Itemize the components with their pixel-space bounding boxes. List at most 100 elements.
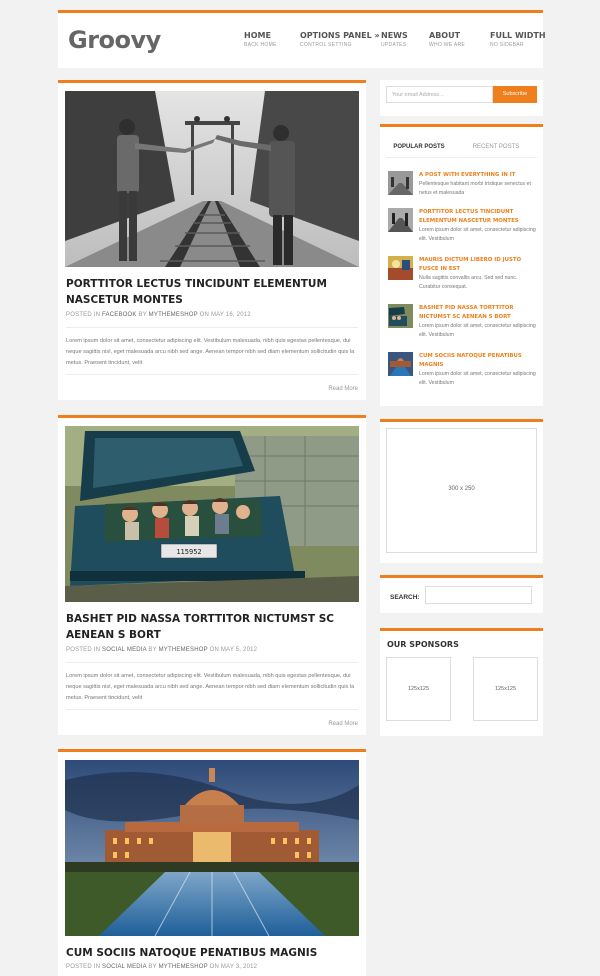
nav-item-about[interactable]: ABOUT WHO WE ARE	[429, 31, 465, 48]
nav-label: OPTIONS PANEL »	[300, 31, 380, 40]
posts-tabs-widget: POPULAR POSTS RECENT POSTS A POST WITH E…	[380, 124, 543, 406]
meta-prefix: POSTED IN	[66, 312, 101, 318]
post-excerpt: Lorem ipsum dolor sit amet, consectetur …	[66, 338, 355, 366]
nav-label: NEWS	[381, 31, 408, 40]
nav-label: ABOUT	[429, 31, 461, 40]
capitol-building-photo-icon	[65, 760, 359, 936]
subscribe-widget: Your email Address... Subscribe	[380, 80, 543, 116]
post-meta: POSTED IN SOCIAL MEDIA BY MYTHEMESHOP ON…	[66, 647, 257, 653]
post-meta: POSTED IN SOCIAL MEDIA BY MYTHEMESHOP ON…	[66, 964, 257, 970]
nav-item-home[interactable]: HOME BACK HOME	[244, 31, 277, 48]
list-item[interactable]: PORTTITOR LECTUS TINCIDUNT ELEMENTUM NAS…	[388, 208, 538, 248]
car-trunk-kids-photo-icon: 115952	[65, 426, 359, 602]
ad-placeholder[interactable]: 300 x 250	[386, 428, 537, 553]
meta-by: BY	[148, 964, 157, 970]
read-more-link[interactable]: Read More	[328, 386, 358, 392]
meta-prefix: POSTED IN	[66, 647, 101, 653]
post-category-link[interactable]: SOCIAL MEDIA	[102, 964, 147, 970]
nav-sublabel: UPDATES	[381, 42, 407, 48]
nav-sublabel: WHO WE ARE	[429, 42, 466, 48]
meta-prefix: POSTED IN	[66, 964, 101, 970]
nav-label: FULL WIDTH	[490, 31, 546, 40]
search-input[interactable]	[425, 586, 532, 604]
sponsors-widget: OUR SPONSORS 125x125 125x125	[380, 628, 543, 736]
nav-item-full-width[interactable]: FULL WIDTH NO SIDEBAR	[490, 31, 546, 48]
post-thumbnail[interactable]	[388, 256, 413, 280]
tab-recent-posts[interactable]: RECENT POSTS	[456, 137, 536, 157]
popular-post-title[interactable]: MAURIS DICTUM LIBERO ID JUSTO FUSCE IN E…	[419, 256, 537, 274]
post-category-link[interactable]: SOCIAL MEDIA	[102, 647, 147, 653]
meta-on: ON	[199, 312, 210, 318]
post-title[interactable]: PORTTITOR LECTUS TINCIDUNT ELEMENTUM NAS…	[66, 276, 358, 308]
divider	[66, 709, 358, 710]
post-excerpt: Lorem ipsum dolor sit amet, consectetur …	[66, 673, 355, 701]
popular-post-title[interactable]: BASHET PID NASSA TORTTITOR NICTUMST SC A…	[419, 304, 537, 322]
subscribe-button[interactable]: Subscribe	[493, 86, 537, 103]
divider	[66, 374, 358, 375]
post-category-link[interactable]: FACEBOOK	[102, 312, 137, 318]
post-thumbnail[interactable]	[388, 352, 413, 376]
car-trunk-thumb-icon	[388, 304, 413, 328]
post-date: MAY 16, 2012	[210, 312, 251, 318]
post-image[interactable]	[65, 760, 359, 936]
popular-post-title[interactable]: CUM SOCIIS NATOQUE PENATIBUS MAGNIS	[419, 352, 537, 370]
post-image[interactable]	[65, 91, 359, 267]
post-title[interactable]: BASHET PID NASSA TORTTITOR NICTUMST SC A…	[66, 611, 358, 643]
post-title[interactable]: CUM SOCIIS NATOQUE PENATIBUS MAGNIS	[66, 945, 358, 961]
post-card: PORTTITOR LECTUS TINCIDUNT ELEMENTUM NAS…	[58, 80, 366, 400]
colorful-thumb-icon	[388, 256, 413, 280]
read-more-link[interactable]: Read More	[328, 721, 358, 727]
tab-bar: POPULAR POSTS RECENT POSTS	[386, 137, 537, 157]
capitol-thumb-icon	[388, 352, 413, 376]
popular-post-excerpt: Lorem ipsum dolor sit amet, consectetur …	[419, 371, 536, 386]
list-item[interactable]: BASHET PID NASSA TORTTITOR NICTUMST SC A…	[388, 304, 538, 344]
post-card: CUM SOCIIS NATOQUE PENATIBUS MAGNIS POST…	[58, 749, 366, 976]
post-author-link[interactable]: MYTHEMESHOP	[149, 312, 198, 318]
list-item[interactable]: MAURIS DICTUM LIBERO ID JUSTO FUSCE IN E…	[388, 256, 538, 296]
list-item[interactable]: CUM SOCIIS NATOQUE PENATIBUS MAGNIS Lore…	[388, 352, 538, 392]
divider	[66, 662, 358, 663]
popular-post-excerpt: Lorem ipsum dolor sit amet, consectetur …	[419, 227, 536, 242]
railway-couple-thumb-icon	[388, 171, 413, 195]
tab-popular-posts[interactable]: POPULAR POSTS	[386, 137, 452, 157]
divider	[386, 157, 537, 158]
post-date: MAY 5, 2012	[220, 647, 258, 653]
nav-sublabel: NO SIDEBAR	[490, 42, 524, 48]
meta-on: ON	[209, 647, 219, 653]
svg-text:115952: 115952	[176, 548, 201, 556]
railway-couple-photo-icon	[65, 91, 359, 267]
nav-sublabel: CONTROL SETTING	[300, 42, 352, 48]
list-item[interactable]: A POST WITH EVERYTHING IN IT Pellentesqu…	[388, 171, 538, 211]
nav-sublabel: BACK HOME	[244, 42, 277, 48]
post-thumbnail[interactable]	[388, 304, 413, 328]
railway-thumb-icon	[388, 208, 413, 232]
post-author-link[interactable]: MYTHEMESHOP	[159, 647, 208, 653]
post-author-link[interactable]: MYTHEMESHOP	[159, 964, 208, 970]
post-thumbnail[interactable]	[388, 208, 413, 232]
popular-post-title[interactable]: A POST WITH EVERYTHING IN IT	[419, 171, 537, 180]
site-header: Groovy HOME BACK HOME OPTIONS PANEL » CO…	[58, 10, 546, 68]
search-label: SEARCH:	[390, 594, 420, 601]
popular-post-excerpt: Nulla sagittis convallis arcu. Sed sed n…	[419, 275, 518, 290]
site-logo[interactable]: Groovy	[68, 26, 161, 54]
post-date: MAY 3, 2012	[220, 964, 258, 970]
sponsor-ad-1[interactable]: 125x125	[386, 657, 451, 721]
popular-post-title[interactable]: PORTTITOR LECTUS TINCIDUNT ELEMENTUM NAS…	[419, 208, 537, 226]
post-thumbnail[interactable]	[388, 171, 413, 195]
post-image[interactable]: 115952	[65, 426, 359, 602]
post-card: 115952 BASHET PID NASSA TORTTITOR NICTUM…	[58, 415, 366, 735]
search-widget: SEARCH:	[380, 575, 543, 613]
email-input[interactable]: Your email Address...	[386, 86, 493, 103]
divider	[66, 327, 358, 328]
meta-by: BY	[138, 312, 147, 318]
meta-on: ON	[209, 964, 219, 970]
sponsor-ad-2[interactable]: 125x125	[473, 657, 538, 721]
ad-widget: 300 x 250	[380, 419, 543, 563]
meta-by: BY	[148, 647, 157, 653]
nav-item-news[interactable]: NEWS UPDATES	[381, 31, 408, 48]
nav-label: HOME	[244, 31, 271, 40]
nav-item-options-panel[interactable]: OPTIONS PANEL » CONTROL SETTING	[300, 31, 380, 48]
popular-post-excerpt: Lorem ipsum dolor sit amet, consectetur …	[419, 323, 536, 338]
popular-post-excerpt: Pellentesque habitant morbi tristique se…	[419, 181, 531, 196]
sponsors-title: OUR SPONSORS	[387, 640, 459, 649]
